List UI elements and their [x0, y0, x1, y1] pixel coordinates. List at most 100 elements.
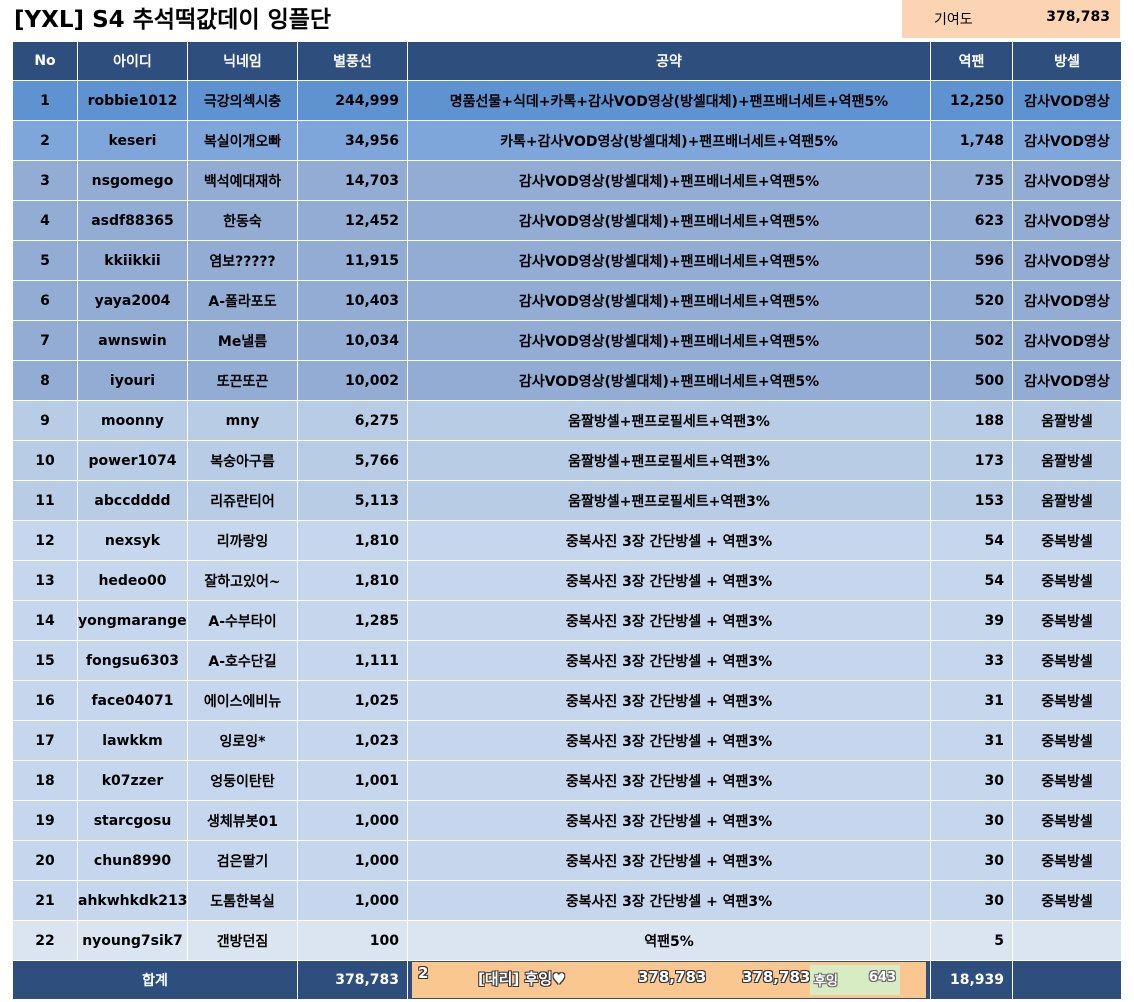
table-row: 2 keseri 복실이개오빠 34,956 카톡+감사VOD영상(방셀대체)+팬프배너… [12, 120, 1122, 161]
row-promise: 감사VOD영상(방셀대체)+팬프배너세트+역팬5% [407, 320, 931, 361]
sponsor-number: 2 [418, 964, 429, 982]
row-promise: 중복사진 3장 간단방셀 + 역팬3% [407, 520, 931, 561]
row-fan: 54 [930, 520, 1013, 561]
row-id: moonny [77, 400, 188, 441]
row-cell: 중복방셀 [1012, 880, 1122, 921]
ranking-table: No 아이디 닉네임 별풍선 공약 역팬 방셀 1 robbie1012 극강의섹시… [12, 41, 1122, 1000]
row-cell: 중복방셀 [1012, 560, 1122, 601]
row-balloons: 10,403 [297, 280, 408, 321]
table-row: 13 hedeo00 잘하고있어~ 1,810 중복사진 3장 간단방셀 + 역팬3% 5… [12, 560, 1122, 601]
row-no: 5 [12, 240, 78, 281]
table-row: 6 yaya2004 A-폴라포도 10,403 감사VOD영상(방셀대체)+팬프배너세… [12, 280, 1122, 321]
table-row: 20 chun8990 검은딸기 1,000 중복사진 3장 간단방셀 + 역팬3% 30… [12, 840, 1122, 881]
row-nick: 복실이개오빠 [187, 120, 298, 161]
header-no: No [12, 41, 78, 81]
total-cell-empty [1012, 960, 1122, 1000]
row-id: robbie1012 [77, 80, 188, 121]
row-cell: 감사VOD영상 [1012, 80, 1122, 121]
table-row: 11 abccdddd 리쥬란티어 5,113 움짤방셀+팬프로필세트+역팬3% 153 움… [12, 480, 1122, 521]
row-nick: 잘하고있어~ [187, 560, 298, 601]
row-fan: 502 [930, 320, 1013, 361]
table-body: 1 robbie1012 극강의섹시충 244,999 명품선물+식데+카톡+감사VOD… [12, 80, 1122, 961]
row-promise: 감사VOD영상(방셀대체)+팬프배너세트+역팬5% [407, 360, 931, 401]
row-promise: 중복사진 3장 간단방셀 + 역팬3% [407, 600, 931, 641]
row-promise: 중복사진 3장 간단방셀 + 역팬3% [407, 880, 931, 921]
page-title: [YXL] S4 추석떡값데이 잉플단 [14, 7, 332, 33]
row-nick: 염보????? [187, 240, 298, 281]
row-balloons: 1,000 [297, 800, 408, 841]
row-balloons: 1,001 [297, 760, 408, 801]
sponsor-value-1: 378,783 [638, 968, 707, 986]
row-balloons: 1,025 [297, 680, 408, 721]
row-balloons: 10,002 [297, 360, 408, 401]
row-nick: 에이스에비뉴 [187, 680, 298, 721]
row-fan: 30 [930, 760, 1013, 801]
sponsor-name: [대리] 후잉♥ [478, 970, 566, 988]
row-no: 19 [12, 800, 78, 841]
row-fan: 1,748 [930, 120, 1013, 161]
row-nick: 엉둥이탄탄 [187, 760, 298, 801]
row-cell: 중복방셀 [1012, 720, 1122, 761]
table-row: 9 moonny mny 6,275 움짤방셀+팬프로필세트+역팬3% 188 움짤방셀 [12, 400, 1122, 441]
row-balloons: 10,034 [297, 320, 408, 361]
row-id: hedeo00 [77, 560, 188, 601]
row-no: 18 [12, 760, 78, 801]
row-nick: 극강의섹시충 [187, 80, 298, 121]
row-balloons: 244,999 [297, 80, 408, 121]
total-fan: 18,939 [930, 960, 1013, 1000]
row-cell: 중복방셀 [1012, 680, 1122, 721]
row-nick: 도톰한복실 [187, 880, 298, 921]
row-balloons: 34,956 [297, 120, 408, 161]
row-no: 8 [12, 360, 78, 401]
table-row: 16 face04071 에이스에비뉴 1,025 중복사진 3장 간단방셀 + 역팬3… [12, 680, 1122, 721]
row-nick: 백석예대재하 [187, 160, 298, 201]
row-no: 20 [12, 840, 78, 881]
header-balloons: 별풍선 [297, 41, 408, 81]
row-nick: 갠방던짐 [187, 920, 298, 961]
row-id: iyouri [77, 360, 188, 401]
row-cell: 중복방셀 [1012, 600, 1122, 641]
row-no: 17 [12, 720, 78, 761]
title-row: [YXL] S4 추석떡값데이 잉플단 기여도 378,783 [0, 0, 1134, 40]
row-cell: 감사VOD영상 [1012, 160, 1122, 201]
table-row: 4 asdf88365 한동숙 12,452 감사VOD영상(방셀대체)+팬프배너세트+… [12, 200, 1122, 241]
table-row: 19 starcgosu 생체뷰봇01 1,000 중복사진 3장 간단방셀 + 역팬3… [12, 800, 1122, 841]
row-cell: 감사VOD영상 [1012, 200, 1122, 241]
row-id: power1074 [77, 440, 188, 481]
row-id: fongsu6303 [77, 640, 188, 681]
row-promise: 움짤방셀+팬프로필세트+역팬3% [407, 440, 931, 481]
row-no: 16 [12, 680, 78, 721]
sponsor-badge-label: 후잉 [814, 974, 838, 989]
row-no: 15 [12, 640, 78, 681]
row-cell: 중복방셀 [1012, 760, 1122, 801]
row-nick: mny [187, 400, 298, 441]
row-fan: 596 [930, 240, 1013, 281]
row-nick: A-호수단길 [187, 640, 298, 681]
sponsor-cell: 2 [대리] 후잉♥ 378,783 378,783 후잉 643 [407, 960, 931, 1000]
sponsor-badge-value: 643 [868, 970, 896, 985]
total-balloons: 378,783 [297, 960, 408, 1000]
row-cell: 움짤방셀 [1012, 400, 1122, 441]
row-balloons: 14,703 [297, 160, 408, 201]
row-promise: 감사VOD영상(방셀대체)+팬프배너세트+역팬5% [407, 160, 931, 201]
row-cell: 감사VOD영상 [1012, 280, 1122, 321]
row-id: abccdddd [77, 480, 188, 521]
row-cell: 중복방셀 [1012, 800, 1122, 841]
table-row: 17 lawkkm 잉로잉* 1,023 중복사진 3장 간단방셀 + 역팬3% 31 중복… [12, 720, 1122, 761]
table-row: 3 nsgomego 백석예대재하 14,703 감사VOD영상(방셀대체)+팬프배너세… [12, 160, 1122, 201]
row-cell [1012, 920, 1122, 961]
row-fan: 30 [930, 880, 1013, 921]
row-cell: 중복방셀 [1012, 840, 1122, 881]
sponsor-banner: 2 [대리] 후잉♥ 378,783 378,783 후잉 643 [412, 962, 926, 998]
row-balloons: 1,111 [297, 640, 408, 681]
row-id: awnswin [77, 320, 188, 361]
row-promise: 명품선물+식데+카톡+감사VOD영상(방셀대체)+팬프배너세트+역팬5% [407, 80, 931, 121]
row-cell: 움짤방셀 [1012, 480, 1122, 521]
row-fan: 5 [930, 920, 1013, 961]
row-promise: 감사VOD영상(방셀대체)+팬프배너세트+역팬5% [407, 200, 931, 241]
total-row: 합계 378,783 2 [대리] 후잉♥ 378,783 378,783 후잉… [12, 960, 1122, 1000]
row-promise: 감사VOD영상(방셀대체)+팬프배너세트+역팬5% [407, 240, 931, 281]
sponsor-value-2: 378,783 [742, 968, 811, 986]
row-nick: 리쥬란티어 [187, 480, 298, 521]
row-fan: 54 [930, 560, 1013, 601]
